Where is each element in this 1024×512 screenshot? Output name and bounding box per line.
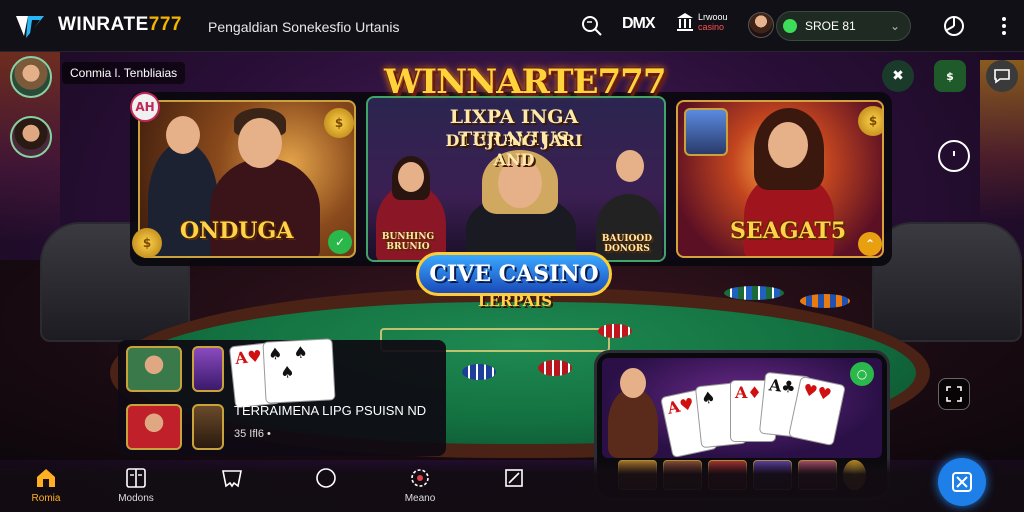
nav-meano-label: Meano xyxy=(404,493,436,504)
logo-icon[interactable] xyxy=(14,12,48,40)
panel-title: TERRAIMENA LIPG PSUISN ND xyxy=(234,403,427,418)
dealer-head-1 xyxy=(166,116,200,154)
chevron-icon: ⌃ xyxy=(858,232,882,256)
lady-head xyxy=(768,122,808,168)
brand-suffix: 777 xyxy=(148,14,182,35)
clock-icon[interactable] xyxy=(938,140,970,172)
nav-meano[interactable]: Meano xyxy=(390,466,450,504)
coin-icon-2: $ xyxy=(132,228,162,258)
nav-home[interactable]: Romia xyxy=(16,466,76,504)
phone-dealer-head xyxy=(620,368,646,398)
settings-icon xyxy=(411,469,429,487)
chair-right xyxy=(872,222,1022,342)
coin-icon: $ xyxy=(324,108,354,138)
action-icon xyxy=(952,472,972,492)
nav-item-4[interactable] xyxy=(296,466,356,493)
brand-name[interactable]: WINRATE777 xyxy=(58,14,182,36)
phone-status-icon: ○ xyxy=(850,362,874,386)
panel-thumb-4[interactable] xyxy=(192,404,224,450)
hostess-head xyxy=(398,162,424,192)
game-card-left[interactable]: ONDUGA ✓ $ xyxy=(138,100,356,258)
header-tagline: Pengaldian Sonekesfio Urtanis xyxy=(208,19,400,35)
chip-stack-blue xyxy=(462,364,496,380)
card-rank-1: A xyxy=(234,347,249,368)
center-right-caption: BAUIOOD DONORS xyxy=(601,234,653,254)
panel-meta: 35 Ifl6 • xyxy=(234,428,271,440)
check-icon: ✓ xyxy=(328,230,352,254)
hero-subtitle-2: DI UJUNG JARI AND xyxy=(445,131,583,169)
chat-icon[interactable] xyxy=(986,60,1018,92)
search-icon[interactable] xyxy=(580,14,604,38)
balance-dropdown[interactable]: SROE 81 ⌄ xyxy=(776,11,911,41)
playing-card-2: ♠ ♠ ♠ xyxy=(262,338,336,404)
bank-icon xyxy=(677,13,693,31)
card-right-title: SEAGAT5 xyxy=(730,218,847,244)
balance-status-icon xyxy=(783,19,797,33)
card-left-title: ONDUGA xyxy=(180,218,294,244)
home-icon xyxy=(37,469,55,487)
wallet-icon[interactable]: $ xyxy=(934,60,966,92)
book-icon xyxy=(126,468,146,488)
nav-item-6[interactable] xyxy=(484,466,544,493)
chip-stack-orange xyxy=(800,294,850,308)
fab-action-button[interactable] xyxy=(938,458,986,506)
dealer-head-2 xyxy=(238,118,282,168)
phone-dealer xyxy=(608,388,658,458)
panel-thumb-3[interactable] xyxy=(126,404,182,450)
casino-badge[interactable]: Lrwoou casino xyxy=(676,12,728,32)
coin-icon-3: $ xyxy=(858,106,882,136)
card-left-badge: AH xyxy=(130,92,160,122)
panel-thumb-1[interactable] xyxy=(126,346,182,392)
circle-icon xyxy=(316,468,336,488)
casino-badge-line2: casino xyxy=(698,22,725,32)
community-label: Conmia l. Tenbliaias xyxy=(62,62,186,84)
mobile-screen: A♥ ♠ A♦ A♣ ♥♥ ○ xyxy=(602,358,882,459)
community-avatar-1[interactable] xyxy=(10,56,52,98)
player-head xyxy=(616,150,644,182)
card-right-thumb xyxy=(684,108,728,156)
globe-icon[interactable] xyxy=(942,14,966,38)
edit-icon xyxy=(505,469,523,487)
live-casino-subtitle: LERPAIS xyxy=(477,292,553,310)
expand-icon[interactable]: ✖ xyxy=(882,60,914,92)
nav-modons[interactable]: Modons xyxy=(106,466,166,504)
dmx-label[interactable]: DMX xyxy=(622,15,656,33)
nav-modons-label: Modons xyxy=(118,493,154,504)
more-menu-icon[interactable] xyxy=(992,14,1016,38)
nav-home-label: Romia xyxy=(31,493,61,504)
user-avatar[interactable] xyxy=(748,12,774,38)
game-card-right[interactable]: SEAGAT5 $ ⌃ xyxy=(676,100,884,258)
live-casino-button[interactable]: CIVE CASINO xyxy=(416,252,612,296)
chip-stack-mixed xyxy=(724,286,784,300)
chevron-down-icon: ⌄ xyxy=(889,19,900,33)
hero-title: WINNARTE777 xyxy=(384,62,666,102)
center-left-caption: BUNHING BRUNIO xyxy=(381,232,435,252)
chip-stack-red xyxy=(538,360,572,376)
fullscreen-icon[interactable] xyxy=(938,378,970,410)
chip-stack-red-2 xyxy=(598,324,632,338)
nav-item-3[interactable] xyxy=(202,466,262,493)
balance-amount: SROE 81 xyxy=(805,19,856,33)
casino-badge-line1: Lrwoou xyxy=(698,12,728,22)
community-avatar-2[interactable] xyxy=(10,116,52,158)
panel-thumb-2[interactable] xyxy=(192,346,224,392)
brand-prefix: WINRATE xyxy=(58,14,149,35)
tooth-icon xyxy=(222,470,242,488)
